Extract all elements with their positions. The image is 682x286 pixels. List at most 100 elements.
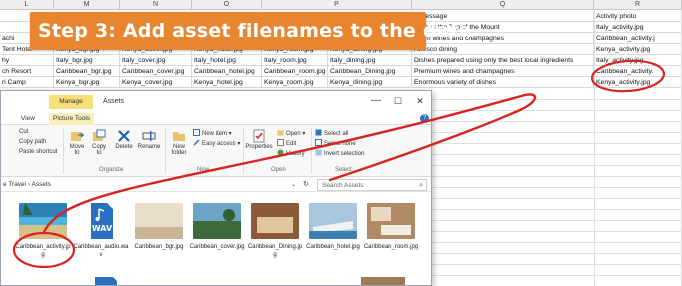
manage-tab[interactable]: Manage <box>49 95 93 109</box>
table-row: hy Italy_bgr.jpg Italy_cover.jpg Italy_h… <box>0 55 682 66</box>
properties-label: Properties <box>245 144 273 150</box>
cell-activity-photo[interactable]: Kenya_activity.jpg <box>594 44 682 55</box>
file-item[interactable]: Caribbean_room.jpg <box>363 203 419 252</box>
column-header-p[interactable]: P <box>262 0 412 10</box>
cell-activity-photo[interactable]: Kenya_activity.jpg <box>594 77 682 88</box>
cell-bgr[interactable]: Italy_bgr.jpg <box>54 55 120 66</box>
file-explorer-window[interactable]: Manage Assets — ☐ ✕ View Picture Tools ?… <box>0 90 432 286</box>
column-header-r[interactable]: R <box>594 0 682 10</box>
partial-file-thumb <box>361 277 405 285</box>
column-header-n[interactable]: N <box>120 0 192 10</box>
cell-room[interactable]: Kenya_room.jpg <box>262 77 328 88</box>
cell-dining[interactable]: Kenya_dining.jpg <box>328 77 412 88</box>
caribbean-hotel-thumb <box>309 203 357 239</box>
grid-line <box>430 165 682 166</box>
cell-bgr[interactable]: Caribbean_bgr.jpg <box>54 66 120 77</box>
new-folder-label: New folder <box>171 144 187 156</box>
refresh-icon[interactable]: ↻ <box>303 179 309 191</box>
select-all-button[interactable]: Select all <box>315 129 348 137</box>
cell-dining-message[interactable]: Afresco dining <box>412 44 594 55</box>
file-item[interactable]: WAV Caribbean_audio.wav <box>73 203 129 259</box>
column-header-q[interactable]: Q <box>412 0 594 10</box>
grid-line <box>430 132 682 133</box>
history-icon <box>277 149 284 156</box>
cell-hotel-name[interactable]: hy <box>0 55 54 66</box>
copy-to-button[interactable]: Copy to <box>89 129 109 156</box>
new-item-label: New item <box>202 131 228 137</box>
search-input[interactable]: Search Assets ⌕ <box>317 179 427 191</box>
cell-hotel[interactable]: Kenya_hotel.jpg <box>192 77 262 88</box>
ribbon: Cut Copy path Paste shortcut Move to Cop… <box>1 125 431 177</box>
help-icon[interactable]: ? <box>420 114 429 123</box>
file-item[interactable]: Caribbean_bgr.jpg <box>131 203 187 252</box>
maximize-button[interactable]: ☐ <box>387 93 409 109</box>
delete-icon <box>118 130 130 142</box>
cell-hotel-name[interactable]: ch Resort <box>0 66 54 77</box>
move-to-label: Move to <box>69 144 85 156</box>
cell-activity-photo[interactable]: Italy_activity.jpg <box>594 55 682 66</box>
tab-picture-tools[interactable]: Picture Tools <box>49 113 95 125</box>
invert-selection-button[interactable]: Invert selection <box>315 149 364 157</box>
minimize-button[interactable]: — <box>365 93 387 109</box>
cell-activity-photo[interactable]: Caribbean_activity. <box>594 66 682 77</box>
cell-room[interactable]: Italy_room.jpg <box>262 55 328 66</box>
cell-dining-message[interactable]: Premium wines and champagnes <box>412 66 594 77</box>
copy-to-icon <box>93 129 106 141</box>
address-bar[interactable]: e Travel › Assets <box>1 179 301 191</box>
file-item[interactable]: Caribbean_cover.jpg <box>189 203 245 252</box>
search-placeholder: Search Assets <box>322 182 364 189</box>
move-to-button[interactable]: Move to <box>67 129 87 156</box>
cell-cover[interactable]: Italy_cover.jpg <box>120 55 192 66</box>
cell-activity-photo[interactable]: Caribbean_activity.j <box>594 33 682 44</box>
select-group-label: Select <box>335 167 352 173</box>
easy-access-label: Easy access <box>202 141 236 147</box>
file-item[interactable]: Caribbean_Dining.jpg <box>247 203 303 259</box>
caribbean-bgr-thumb <box>135 203 183 239</box>
cell-dining[interactable]: Italy_dining.jpg <box>328 55 412 66</box>
column-header-l[interactable]: L <box>0 0 54 10</box>
close-button[interactable]: ✕ <box>409 93 431 109</box>
wav-file-icon: WAV <box>91 203 113 239</box>
ribbon-tabs: View Picture Tools ? <box>1 113 431 125</box>
edit-button[interactable]: Edit <box>277 139 296 147</box>
cell-hotel[interactable]: Caribbean_hotel.jpg <box>192 66 262 77</box>
cell-bgr[interactable]: Kenya_bgr.jpg <box>54 77 120 88</box>
delete-button[interactable]: Delete <box>113 129 135 150</box>
title-bar[interactable]: Manage Assets — ☐ ✕ <box>1 91 431 113</box>
cell-dining-message[interactable]: Enormous variety of dishes <box>412 77 594 88</box>
chevron-down-icon[interactable]: ⌄ <box>291 179 296 191</box>
open-button[interactable]: Open ▾ <box>277 129 305 137</box>
column-header-o[interactable]: O <box>192 0 262 10</box>
easy-access-button[interactable]: Easy access ▾ <box>193 139 240 147</box>
new-folder-button[interactable]: New folder <box>167 129 191 156</box>
cell-hotel-name[interactable]: ri Camp <box>0 77 54 88</box>
grid-line <box>430 253 682 254</box>
cell-dining-message[interactable]: Dishes prepared using only the best loca… <box>412 55 594 66</box>
rename-button[interactable]: Rename <box>137 129 161 150</box>
cell-cover[interactable]: Kenya_cover.jpg <box>120 77 192 88</box>
cell-activity-photo[interactable]: Activity photo <box>594 11 682 22</box>
new-item-icon <box>193 129 200 136</box>
paste-shortcut-button[interactable]: Paste shortcut <box>19 149 57 155</box>
cell-dining[interactable]: Caribbean_Dining.jpg <box>328 66 412 77</box>
select-none-button[interactable]: Select none <box>315 139 356 147</box>
cell-room[interactable]: Caribbean_room.jpg <box>262 66 328 77</box>
new-item-button[interactable]: New item ▾ <box>193 129 232 137</box>
cell-hotel[interactable]: Italy_hotel.jpg <box>192 55 262 66</box>
partial-file-thumb <box>95 277 117 285</box>
properties-button[interactable]: Properties <box>245 129 273 150</box>
cell-activity-photo[interactable]: Italy_activity.jpg <box>594 22 682 33</box>
column-header-m[interactable]: M <box>54 0 120 10</box>
history-button[interactable]: History <box>277 149 305 157</box>
tab-view[interactable]: View <box>17 113 39 125</box>
select-all-label: Select all <box>324 131 349 137</box>
grid-line <box>430 220 682 221</box>
search-icon: ⌕ <box>419 182 423 189</box>
file-item[interactable]: Caribbean_activity.jpg <box>15 203 71 259</box>
open-group-label: Open <box>271 167 286 173</box>
grid-line <box>430 99 682 100</box>
copy-path-button[interactable]: Copy path <box>19 139 46 145</box>
file-item[interactable]: Caribbean_hotel.jpg <box>305 203 361 252</box>
cell-cover[interactable]: Caribbean_cover.jpg <box>120 66 192 77</box>
cut-button[interactable]: Cut <box>19 129 28 135</box>
